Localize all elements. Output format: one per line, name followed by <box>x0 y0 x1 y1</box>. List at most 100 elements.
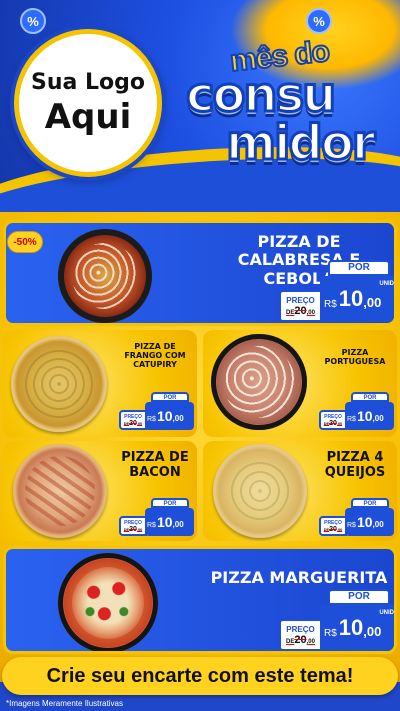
campaign-title-bottom: midor <box>224 115 377 171</box>
price-unid: UNID <box>379 281 394 287</box>
price-tag: PREÇO DE20,00 POR R$ 10 ,00 <box>319 498 394 536</box>
price-new-box: POR R$ 10 ,00 UNID <box>320 589 394 651</box>
product-card-portuguesa[interactable]: PIZZA PORTUGUESA PREÇO DE20,00 POR R$ 10… <box>203 330 397 437</box>
price-old-box: PREÇO DE20,00 <box>319 516 347 536</box>
price-new-value: 10 <box>338 615 364 640</box>
price-old: DE20,00 <box>324 420 342 427</box>
product-name: PIZZA PORTUGUESA <box>324 348 386 367</box>
price-old: DE20,00 <box>324 526 342 533</box>
campaign-title: mês do consu midor <box>184 34 396 171</box>
product-card-calabresa[interactable]: PIZZA DE CALABRESA E CEBOLA PREÇO DE20,0… <box>3 220 397 326</box>
price-currency: R$ <box>347 415 356 423</box>
price-old-cents: ,00 <box>336 421 343 426</box>
price-unid: UNID <box>379 610 394 616</box>
product-card-bacon[interactable]: PIZZA DE BACON PREÇO DE20,00 POR R$ 10 ,… <box>3 441 197 541</box>
price-por: POR <box>351 392 389 402</box>
price-por: POR <box>151 392 189 402</box>
price-new-cents: ,00 <box>372 519 384 529</box>
product-name: PIZZA 4 QUEIJOS <box>324 450 386 480</box>
price-old: DE20,00 <box>286 634 315 646</box>
price-por: POR <box>328 260 390 276</box>
price-currency: R$ <box>347 521 356 529</box>
price-old: DE20,00 <box>124 526 142 533</box>
price-old-value: 20 <box>129 525 137 533</box>
price-old-box: PREÇO DE20,00 <box>279 619 322 651</box>
pizza-topping-herbs <box>21 346 97 422</box>
pizza-topping-oregano <box>225 456 295 526</box>
price-por: POR <box>151 498 189 508</box>
price-old-box: PREÇO DE20,00 <box>279 290 322 322</box>
disclaimer-text: *Imagens Meramente Ilustrativas <box>6 699 123 708</box>
price-new-value: 10 <box>356 514 373 530</box>
price-old-cents: ,00 <box>306 638 316 645</box>
price-old-box: PREÇO DE20,00 <box>119 410 147 430</box>
logo-text-line2: Aqui <box>44 97 132 137</box>
product-card-4-queijos[interactable]: PIZZA 4 QUEIJOS PREÇO DE20,00 POR R$ 10 … <box>203 441 397 541</box>
price-currency: R$ <box>147 415 156 423</box>
price-new-box: POR R$ 10 ,00 <box>145 498 194 536</box>
pizza-image-4-queijos <box>213 444 307 538</box>
pizza-image-portuguesa <box>211 334 307 430</box>
price-old-box: PREÇO DE20,00 <box>319 410 347 430</box>
product-name: PIZZA MARGUERITA <box>210 568 388 587</box>
pizza-image-frango <box>11 336 107 432</box>
pizza-topping-bacon <box>25 456 95 526</box>
price-tag: PREÇO DE20,00 POR R$ 10 ,00 UNID <box>279 260 394 322</box>
price-old-cents: ,00 <box>336 527 343 532</box>
price-new-value: 10 <box>156 514 173 530</box>
price-new-box: POR R$ 10 ,00 <box>345 392 394 430</box>
price-new-value: 10 <box>356 408 373 424</box>
price-old-value: 20 <box>294 304 307 317</box>
price-currency: R$ <box>324 627 337 639</box>
price-tag: PREÇO DE20,00 POR R$ 10 ,00 <box>119 498 194 536</box>
price-new-box: POR R$ 10 ,00 <box>145 392 194 430</box>
price-new-cents: ,00 <box>172 413 184 423</box>
product-name: PIZZA DE BACON <box>121 450 189 480</box>
percent-badge-right: % <box>306 8 332 34</box>
price-old: DE20,00 <box>286 305 315 317</box>
price-currency: R$ <box>324 298 337 310</box>
price-tag: PREÇO DE20,00 POR R$ 10 ,00 UNID <box>279 589 394 651</box>
price-old-value: 20 <box>329 419 337 427</box>
price-currency: R$ <box>147 521 156 529</box>
price-old: DE20,00 <box>124 420 142 427</box>
price-label: PREÇO <box>286 624 315 634</box>
price-new-value: 10 <box>338 286 364 311</box>
price-old-cents: ,00 <box>136 421 143 426</box>
product-card-frango[interactable]: PIZZA DE FRANGO COM CATUPIRY PREÇO DE20,… <box>3 330 197 437</box>
price-new-box: POR R$ 10 ,00 <box>345 498 394 536</box>
price-new-cents: ,00 <box>363 623 382 639</box>
price-old-cents: ,00 <box>136 527 143 532</box>
price-old-value: 20 <box>329 525 337 533</box>
price-new-cents: ,00 <box>172 519 184 529</box>
product-card-marguerita[interactable]: PIZZA MARGUERITA PREÇO DE20,00 POR R$ 10… <box>3 546 397 654</box>
pizza-image-bacon <box>13 444 107 538</box>
price-tag: PREÇO DE20,00 POR R$ 10 ,00 <box>119 392 194 430</box>
price-old-box: PREÇO DE20,00 <box>119 516 147 536</box>
price-old-value: 20 <box>294 633 307 646</box>
price-new-box: POR R$ 10 ,00 UNID <box>320 260 394 322</box>
logo-placeholder[interactable]: Sua Logo Aqui <box>14 29 162 177</box>
logo-text-line1: Sua Logo <box>30 70 145 95</box>
price-old-value: 20 <box>129 419 137 427</box>
pizza-topping-onion <box>72 243 138 309</box>
discount-badge: -50% <box>7 231 43 253</box>
pizza-topping-onion <box>223 346 295 418</box>
product-name: PIZZA DE FRANGO COM CATUPIRY <box>124 342 186 370</box>
flyer-page: % % Sua Logo Aqui mês do consu midor PIZ… <box>0 0 400 711</box>
price-tag: PREÇO DE20,00 POR R$ 10 ,00 <box>319 392 394 430</box>
pizza-image-marguerita <box>58 553 158 651</box>
header-banner: % % Sua Logo Aqui mês do consu midor <box>0 0 400 212</box>
price-new-value: 10 <box>156 408 173 424</box>
percent-badge-left: % <box>20 8 46 34</box>
price-por: POR <box>328 589 390 605</box>
price-old-cents: ,00 <box>306 309 316 316</box>
price-new-cents: ,00 <box>363 294 382 310</box>
price-label: PREÇO <box>286 295 315 305</box>
pizza-image-calabresa <box>58 229 152 323</box>
campaign-title-mid: consu <box>184 67 337 123</box>
price-por: POR <box>351 498 389 508</box>
price-new-cents: ,00 <box>372 413 384 423</box>
cta-banner[interactable]: Crie seu encarte com este tema! <box>2 657 398 695</box>
pizza-topping-tomato <box>72 567 144 639</box>
